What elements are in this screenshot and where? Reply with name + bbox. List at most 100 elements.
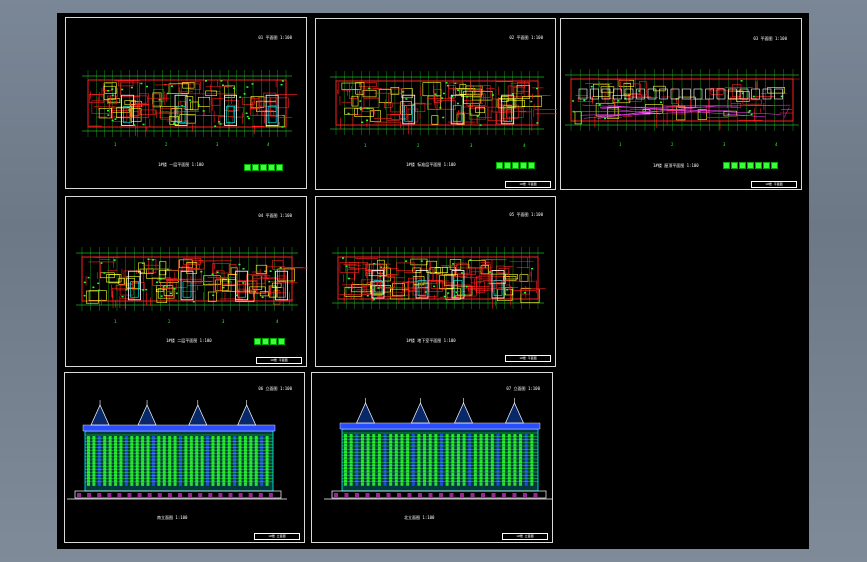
window xyxy=(119,436,123,439)
room-outline xyxy=(344,107,358,115)
drawing-sheet[interactable]: 05 平面图 1:100 1#楼 地下室平面图 1:100 1#楼 平面图 xyxy=(315,196,556,367)
window xyxy=(530,440,534,444)
window xyxy=(451,469,455,473)
window xyxy=(124,457,128,461)
window xyxy=(162,448,166,452)
window xyxy=(468,460,472,463)
window xyxy=(92,436,96,439)
drawing-sheet[interactable]: 07 立面图 1:100 北立面图 1:100 1#楼 立面图 xyxy=(311,372,553,543)
window xyxy=(383,440,387,444)
fixture xyxy=(741,92,744,95)
window xyxy=(97,464,101,468)
window xyxy=(260,451,264,455)
fixture xyxy=(405,98,408,100)
window xyxy=(400,469,404,473)
window xyxy=(490,463,494,467)
window xyxy=(179,467,182,471)
window xyxy=(108,451,112,455)
window xyxy=(238,436,242,439)
window xyxy=(473,460,477,463)
window xyxy=(377,434,381,437)
window xyxy=(103,461,107,464)
window xyxy=(490,453,494,457)
window xyxy=(417,434,421,437)
room-outline xyxy=(671,98,680,105)
window xyxy=(124,442,128,446)
window xyxy=(513,466,517,470)
window xyxy=(146,467,150,471)
window xyxy=(233,442,237,446)
window xyxy=(216,442,220,446)
window xyxy=(222,467,226,471)
window xyxy=(130,445,134,449)
room-outline xyxy=(152,93,161,108)
fixture xyxy=(523,291,526,294)
window xyxy=(265,457,269,461)
title-block-stamp: 1#楼 立面图 xyxy=(254,533,300,540)
fixture xyxy=(750,113,753,116)
window xyxy=(184,470,188,474)
shopfront xyxy=(188,493,193,497)
window xyxy=(200,464,204,468)
drawing-sheet[interactable]: 04 平面图 1:100 1234 1#楼 二层平面图 1:100 1#楼 平面… xyxy=(65,196,308,367)
shopfront xyxy=(107,493,112,497)
window xyxy=(462,473,466,476)
window xyxy=(222,448,226,452)
room-outline xyxy=(359,82,377,88)
room-outline xyxy=(456,285,473,296)
window xyxy=(479,440,483,444)
window xyxy=(135,445,139,449)
window xyxy=(434,443,438,447)
window xyxy=(146,479,150,483)
window xyxy=(428,456,432,460)
room-outline xyxy=(88,290,107,301)
cad-drawing-canvas[interactable]: 01 平面图 1:100 1234 1#楼 一层平面图 1:100 02 平面图… xyxy=(57,13,809,549)
window xyxy=(417,466,421,470)
axis-label: 1 xyxy=(619,142,622,147)
window xyxy=(423,473,427,476)
window xyxy=(445,440,449,444)
window xyxy=(513,469,517,473)
window xyxy=(146,461,150,464)
window xyxy=(189,436,193,439)
window xyxy=(260,470,264,474)
window xyxy=(451,443,455,447)
fixture xyxy=(359,100,362,102)
window xyxy=(406,482,410,486)
window xyxy=(366,434,370,437)
window xyxy=(496,476,500,480)
window xyxy=(222,470,226,474)
window xyxy=(179,436,182,439)
drawing-sheet[interactable]: 06 立面图 1:100 南立面图 1:100 1#楼 立面图 xyxy=(64,372,305,543)
drawing-sheet[interactable]: 03 平面图 1:100 1234 1#楼 屋顶平面图 1:100 1#楼 平面… xyxy=(560,18,802,190)
window xyxy=(87,461,90,464)
window xyxy=(456,453,460,457)
window xyxy=(265,470,269,474)
window xyxy=(440,434,443,437)
window xyxy=(451,473,455,476)
window xyxy=(92,461,96,464)
room-outline xyxy=(167,279,188,288)
window xyxy=(519,456,523,460)
fixture xyxy=(166,268,169,271)
window xyxy=(222,445,226,449)
fixture xyxy=(424,291,427,293)
window xyxy=(360,440,364,444)
window xyxy=(130,482,134,486)
window xyxy=(195,482,199,486)
window xyxy=(227,461,231,464)
window xyxy=(360,482,364,486)
window xyxy=(445,473,449,476)
title-block-stamp: 1#楼 平面图 xyxy=(751,181,797,188)
window xyxy=(473,479,477,483)
window xyxy=(103,482,107,486)
room-outline xyxy=(347,267,356,280)
window xyxy=(249,457,253,461)
drawing-sheet[interactable]: 02 平面图 1:100 1234 1#楼 标准层平面图 1:100 1#楼 平… xyxy=(315,18,557,190)
fixture xyxy=(221,84,224,86)
window xyxy=(179,439,182,443)
window xyxy=(87,448,90,452)
gable-roof xyxy=(90,404,110,426)
drawing-sheet[interactable]: 01 平面图 1:100 1234 1#楼 一层平面图 1:100 xyxy=(65,17,307,189)
window xyxy=(445,443,449,447)
